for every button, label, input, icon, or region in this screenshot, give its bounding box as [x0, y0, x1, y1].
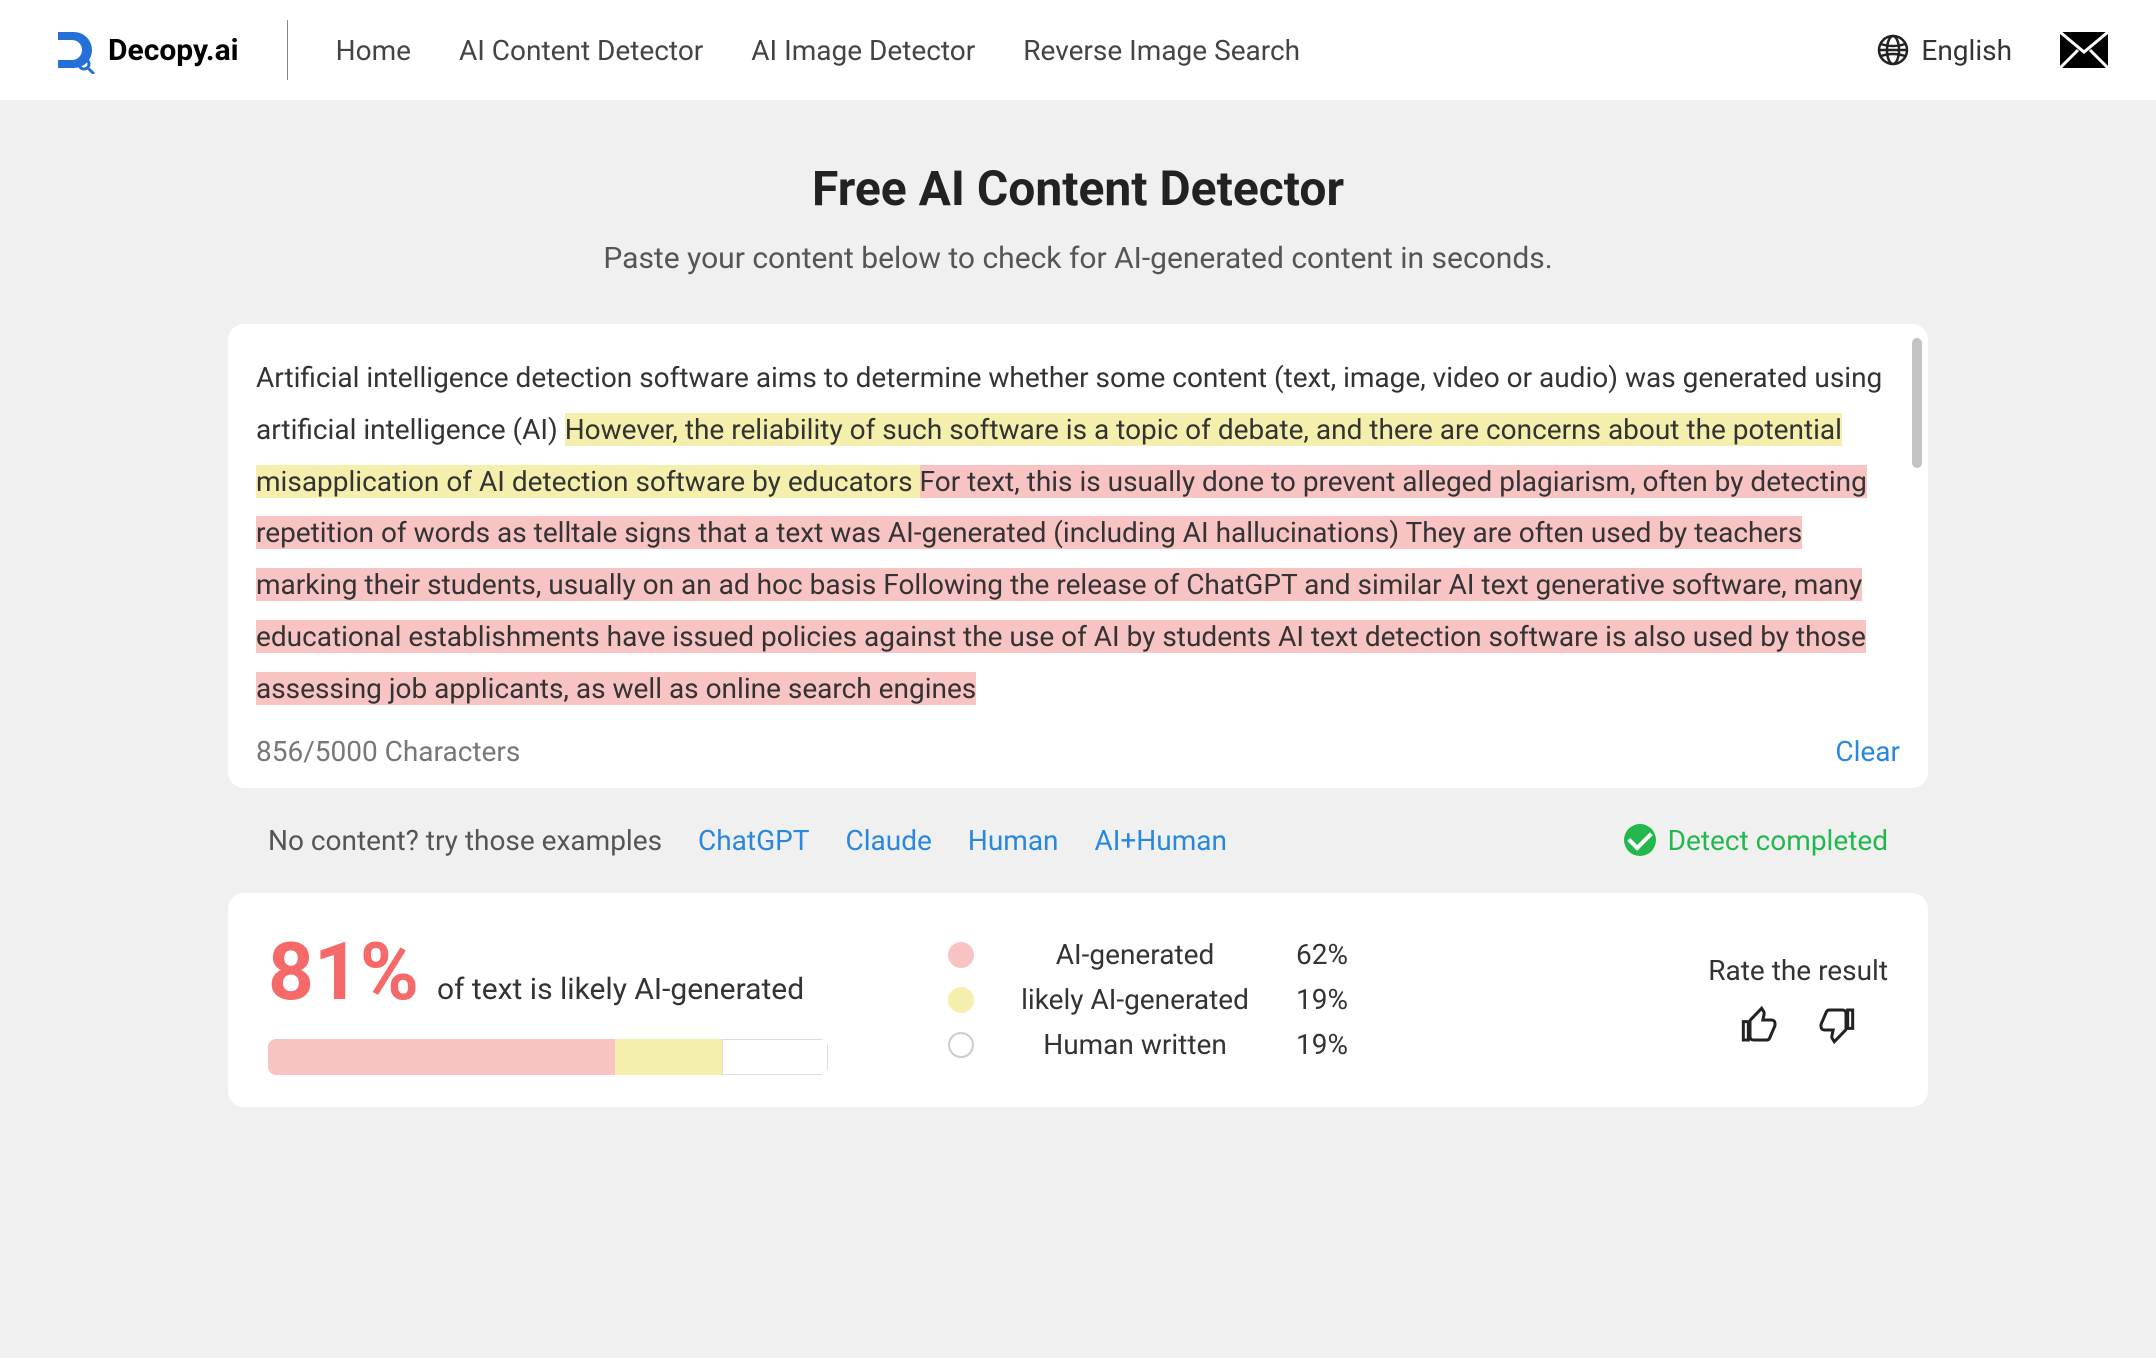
- rate-label: Rate the result: [1708, 954, 1888, 987]
- page-title: Free AI Content Detector: [228, 160, 1928, 217]
- logo-icon: [48, 26, 96, 74]
- examples-row: No content? try those examples ChatGPT C…: [228, 788, 1928, 893]
- detect-status-text: Detect completed: [1668, 824, 1888, 857]
- thumbs-down-icon[interactable]: [1816, 1005, 1856, 1045]
- progress-segment: [268, 1039, 615, 1075]
- nav-home[interactable]: Home: [336, 34, 411, 67]
- overall-percentage-text: of text is likely AI-generated: [437, 972, 804, 1007]
- scrollbar-thumb[interactable]: [1912, 338, 1922, 468]
- content-box: Artificial intelligence detection softwa…: [228, 324, 1928, 788]
- check-icon: [1624, 824, 1656, 856]
- example-human[interactable]: Human: [968, 824, 1059, 857]
- legend-row: likely AI-generated 19%: [948, 983, 1348, 1016]
- main: Free AI Content Detector Paste your cont…: [208, 100, 1948, 1107]
- progress-bar: [268, 1039, 828, 1075]
- mail-icon[interactable]: [2060, 32, 2108, 68]
- legend: AI-generated62%likely AI-generated19%Hum…: [948, 938, 1348, 1061]
- legend-value: 19%: [1296, 1028, 1348, 1061]
- header-right: English: [1877, 32, 2108, 68]
- language-label: English: [1921, 34, 2012, 67]
- result-main: 81% of text is likely AI-generated: [268, 925, 888, 1075]
- clear-button[interactable]: Clear: [1835, 735, 1900, 768]
- legend-row: Human written 19%: [948, 1028, 1348, 1061]
- detect-status: Detect completed: [1624, 824, 1888, 857]
- character-count: 856/5000 Characters: [256, 735, 520, 768]
- legend-label: Human written: [992, 1028, 1278, 1061]
- header-divider: [287, 20, 288, 80]
- brand-name: Decopy.ai: [108, 33, 239, 68]
- legend-value: 19%: [1296, 983, 1348, 1016]
- results-panel: 81% of text is likely AI-generated AI-ge…: [228, 893, 1928, 1107]
- content-text-area[interactable]: Artificial intelligence detection softwa…: [256, 352, 1900, 715]
- rate-icons: [1740, 1005, 1856, 1045]
- nav-ai-content-detector[interactable]: AI Content Detector: [459, 34, 703, 67]
- legend-label: likely AI-generated: [992, 983, 1278, 1016]
- example-chatgpt[interactable]: ChatGPT: [698, 824, 809, 857]
- examples-left: No content? try those examples ChatGPT C…: [268, 824, 1227, 857]
- legend-label: AI-generated: [992, 938, 1278, 971]
- overall-percentage: 81%: [268, 925, 419, 1019]
- progress-segment: [615, 1039, 721, 1075]
- legend-dot: [948, 1032, 974, 1058]
- content-footer: 856/5000 Characters Clear: [256, 735, 1900, 768]
- legend-dot: [948, 987, 974, 1013]
- example-ai-human[interactable]: AI+Human: [1095, 824, 1227, 857]
- nav: Home AI Content Detector AI Image Detect…: [336, 34, 1878, 67]
- nav-reverse-image-search[interactable]: Reverse Image Search: [1023, 34, 1300, 67]
- page-subtitle: Paste your content below to check for AI…: [228, 241, 1928, 276]
- language-selector[interactable]: English: [1877, 34, 2012, 67]
- header: Decopy.ai Home AI Content Detector AI Im…: [0, 0, 2156, 100]
- progress-segment: [722, 1039, 828, 1075]
- legend-value: 62%: [1296, 938, 1348, 971]
- rate-section: Rate the result: [1708, 954, 1888, 1045]
- legend-row: AI-generated 62%: [948, 938, 1348, 971]
- globe-icon: [1877, 34, 1909, 66]
- legend-dot: [948, 942, 974, 968]
- logo[interactable]: Decopy.ai: [48, 26, 239, 74]
- result-headline: 81% of text is likely AI-generated: [268, 925, 888, 1019]
- thumbs-up-icon[interactable]: [1740, 1005, 1780, 1045]
- example-claude[interactable]: Claude: [846, 824, 932, 857]
- nav-ai-image-detector[interactable]: AI Image Detector: [751, 34, 975, 67]
- examples-label: No content? try those examples: [268, 824, 662, 857]
